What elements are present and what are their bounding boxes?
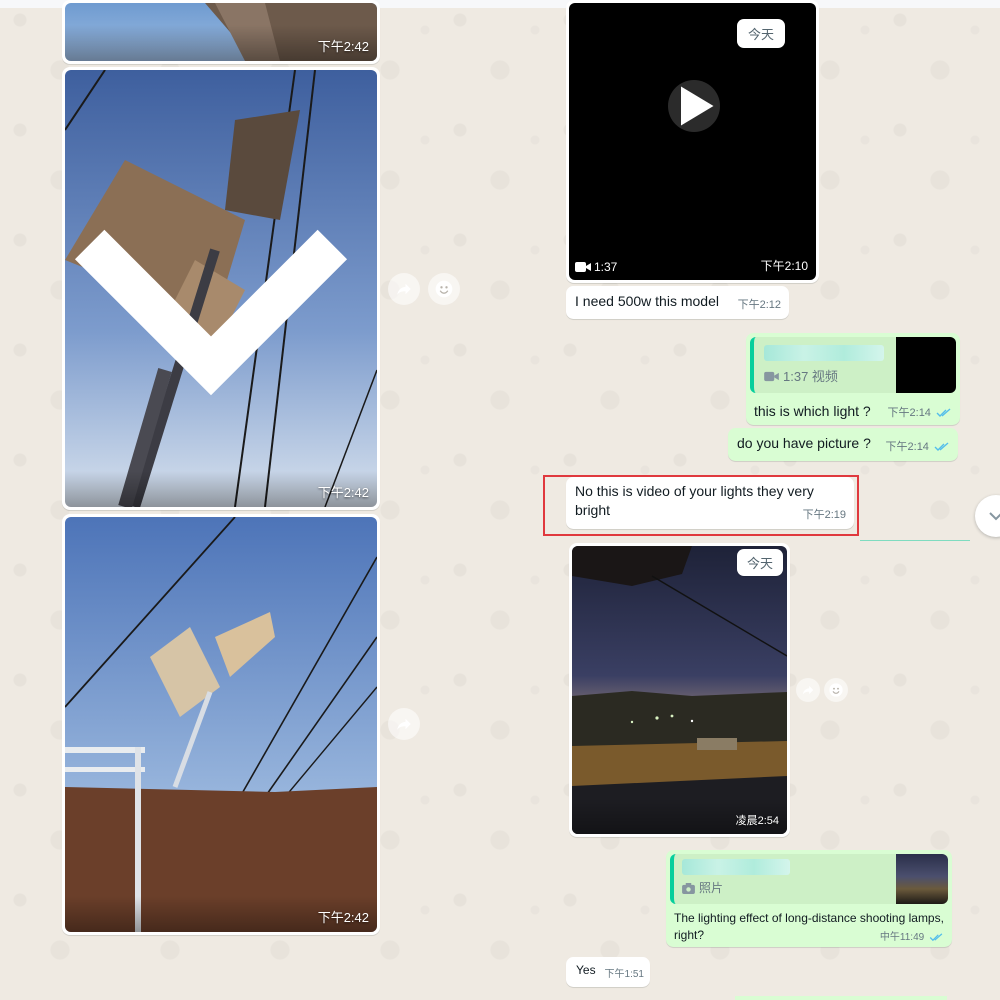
next-outgoing-bubble-edge bbox=[735, 996, 947, 1000]
double-check-icon bbox=[929, 933, 943, 942]
photo-message-2[interactable]: 下午2:42 bbox=[62, 67, 380, 510]
forward-icon bbox=[802, 685, 814, 695]
quoted-photo-thumb bbox=[896, 854, 948, 904]
emoji-icon bbox=[829, 683, 843, 697]
video-time: 下午2:10 bbox=[760, 259, 808, 273]
forward-icon bbox=[397, 283, 411, 295]
reply-video-bubble[interactable]: 1:37 视频 this is which light ? 下午2:14 bbox=[746, 333, 960, 425]
photo-time-3: 下午2:42 bbox=[317, 910, 369, 925]
quoted-video[interactable]: 1:37 视频 bbox=[750, 337, 956, 393]
date-divider-2: 今天 bbox=[737, 549, 784, 576]
yes-text: Yes bbox=[576, 963, 596, 977]
photo-thumb-1: 下午2:42 bbox=[65, 3, 377, 61]
caption-time: 下午2:12 bbox=[737, 299, 781, 311]
video-duration: 1:37 bbox=[594, 260, 618, 274]
play-icon bbox=[681, 86, 714, 126]
video-camera-icon bbox=[764, 371, 779, 382]
picture-question-text: do you have picture ? bbox=[737, 435, 871, 451]
double-check-icon bbox=[934, 442, 949, 451]
quoted-photo[interactable]: 照片 bbox=[670, 854, 948, 904]
double-check-icon bbox=[936, 408, 951, 417]
quoted-sender-blurred bbox=[764, 345, 884, 361]
video-camera-icon bbox=[575, 262, 591, 272]
photo-message-1[interactable]: 下午2:42 bbox=[62, 0, 380, 64]
forward-button-2[interactable] bbox=[388, 708, 420, 740]
photo-thumb-2: 下午2:42 bbox=[65, 70, 377, 507]
caption-text: I need 500w this model bbox=[575, 293, 719, 309]
reply-photo-time: 中午11:49 bbox=[879, 932, 925, 943]
forward-button-1[interactable] bbox=[388, 273, 420, 305]
night-photo-time: 凌晨2:54 bbox=[735, 815, 779, 827]
new-message-line bbox=[860, 540, 970, 541]
forward-icon bbox=[397, 718, 411, 730]
annotation-highlight-box bbox=[543, 475, 859, 536]
chevron-down-icon[interactable] bbox=[65, 78, 367, 507]
play-button[interactable] bbox=[668, 80, 720, 132]
reply-video-text: this is which light ? bbox=[754, 403, 871, 419]
reply-video-time: 下午2:14 bbox=[887, 407, 931, 419]
caption-bubble[interactable]: I need 500w this model 下午2:12 bbox=[566, 286, 789, 319]
emoji-button-2[interactable] bbox=[824, 678, 848, 702]
scroll-down-icon bbox=[989, 512, 1000, 521]
date-divider-1: 今天 bbox=[737, 19, 786, 48]
quoted-sender-blurred bbox=[682, 859, 790, 875]
emoji-icon bbox=[435, 280, 453, 298]
photo-time-1: 下午2:42 bbox=[317, 39, 369, 54]
night-photo-thumb: 凌晨2:54 bbox=[572, 546, 787, 834]
quoted-video-thumb bbox=[896, 337, 956, 393]
night-photo-message[interactable]: 凌晨2:54 bbox=[569, 543, 790, 837]
yes-bubble[interactable]: Yes 下午1:51 bbox=[566, 957, 650, 987]
quoted-video-label: 1:37 视频 bbox=[783, 369, 838, 384]
picture-question-bubble[interactable]: do you have picture ? 下午2:14 bbox=[728, 428, 958, 461]
forward-button-3[interactable] bbox=[796, 678, 820, 702]
reply-photo-bubble[interactable]: 照片 The lighting effect of long-distance … bbox=[666, 850, 952, 947]
picture-question-time: 下午2:14 bbox=[885, 441, 929, 453]
emoji-button-1[interactable] bbox=[428, 273, 460, 305]
photo-thumb-3: 下午2:42 bbox=[65, 517, 377, 932]
camera-icon bbox=[682, 883, 695, 894]
quoted-photo-label: 照片 bbox=[699, 881, 724, 895]
yes-time: 下午1:51 bbox=[604, 969, 644, 980]
photo-message-3[interactable]: 下午2:42 bbox=[62, 514, 380, 935]
photo-time-2: 下午2:42 bbox=[317, 485, 369, 500]
